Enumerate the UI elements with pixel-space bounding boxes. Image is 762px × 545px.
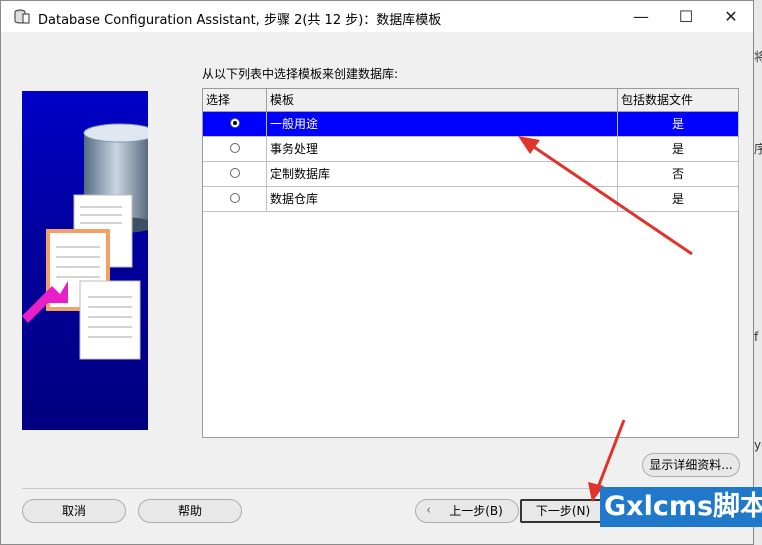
annotation-arrow-icon [518, 136, 693, 256]
annotation-overlay [518, 136, 693, 502]
site-watermark: Gxlcms脚本 [600, 487, 762, 527]
